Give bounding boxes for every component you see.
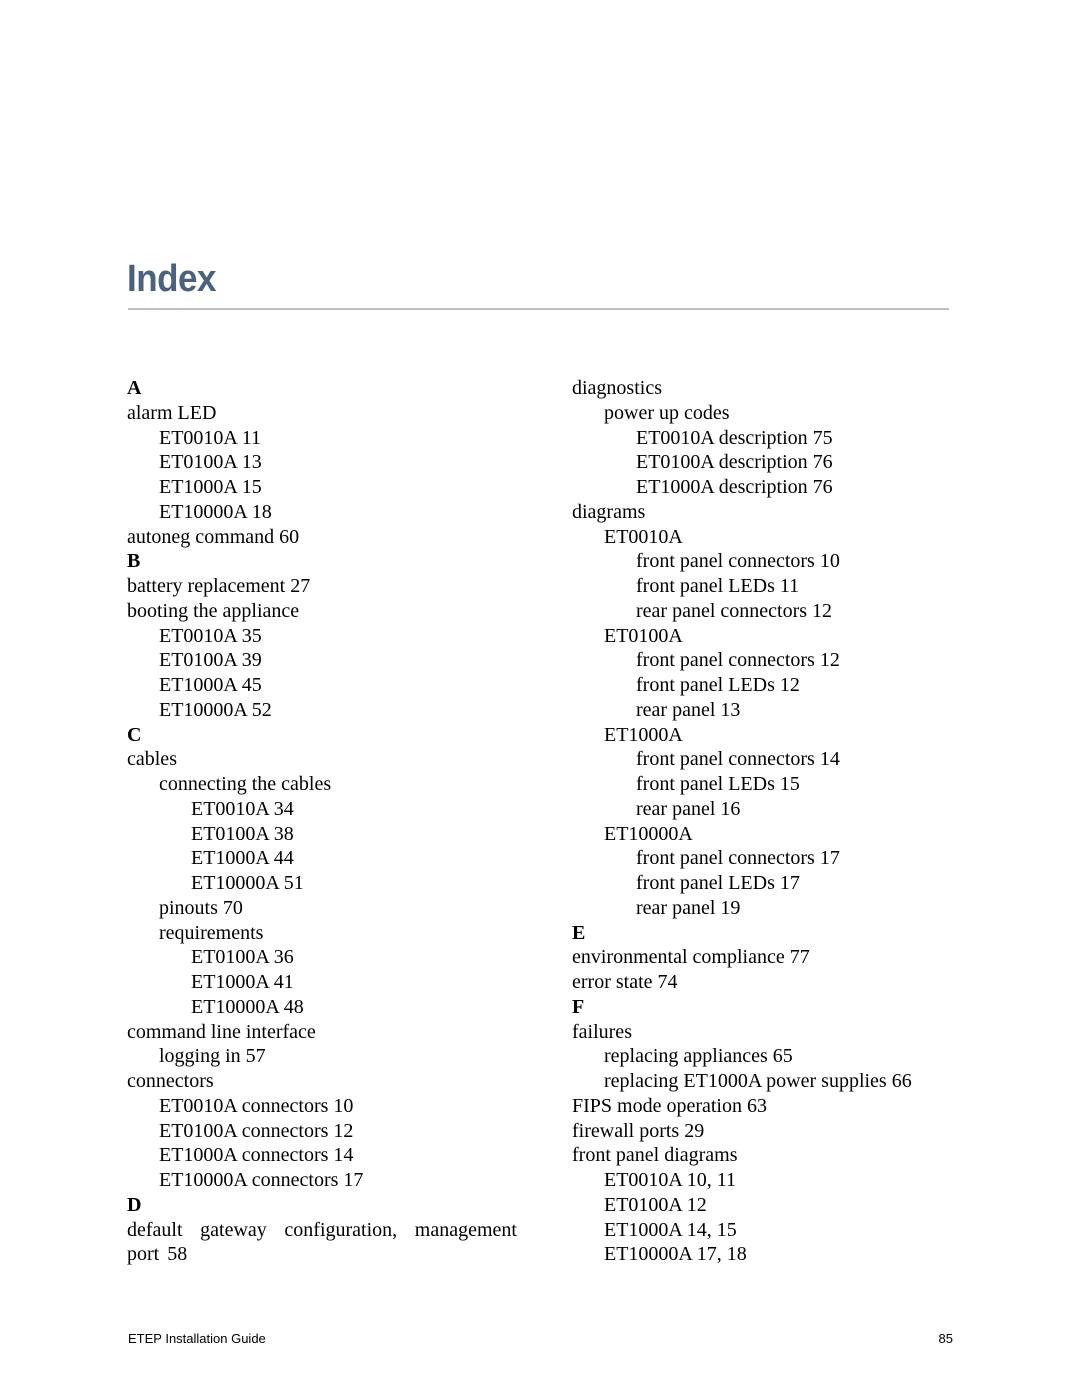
- index-entry: ET1000A 45: [159, 674, 262, 696]
- index-entry: front panel LEDs 15: [636, 773, 800, 795]
- index-entry: booting the appliance: [127, 599, 300, 622]
- index-entry: ET0100A: [604, 624, 683, 647]
- index-entry: ET10000A connectors 17: [159, 1169, 364, 1191]
- index-entry: connecting the cables: [159, 773, 332, 795]
- index-letter-heading: F: [572, 995, 585, 1018]
- index-entry: ET0010A 10, 11: [604, 1169, 737, 1191]
- index-entry: rear panel 19: [636, 896, 741, 919]
- index-letter-heading: C: [127, 723, 142, 746]
- index-entry: diagnostics: [572, 377, 662, 399]
- index-entry: command line interface: [127, 1020, 316, 1043]
- index-entry: ET0100A 39: [159, 649, 262, 672]
- index-entry: failures: [572, 1020, 632, 1043]
- index-entry: ET1000A 15: [159, 476, 262, 498]
- index-entry: ET0010A connectors 10: [159, 1094, 354, 1117]
- index-letter-heading: D: [127, 1193, 142, 1216]
- footer-page-number: 85: [938, 1331, 953, 1346]
- index-entry: ET0100A connectors 12: [159, 1119, 354, 1142]
- index-entry: rear panel 13: [636, 698, 741, 721]
- index-entry: ET0100A 12: [604, 1193, 707, 1216]
- index-letter-heading: B: [127, 550, 141, 573]
- index-entry: front panel connectors 10: [636, 550, 840, 573]
- index-entry: front panel LEDs 11: [636, 575, 800, 597]
- index-entry: ET0100A description 76: [636, 451, 833, 474]
- index-entry: requirements: [159, 921, 264, 944]
- index-entry: ET0100A 13: [159, 451, 262, 474]
- index-entry: logging in 57: [159, 1045, 266, 1068]
- index-column-left: Aalarm LED ET0010A 11 ET0100A 13 ET1000A 15…: [127, 376, 517, 1267]
- index-entry: front panel LEDs 17: [636, 872, 800, 894]
- index-entry: ET10000A 18: [159, 500, 272, 523]
- index-entry: replacing ET1000A power supplies 66: [604, 1070, 912, 1092]
- index-entry: power up codes: [604, 401, 730, 424]
- index-entry: ET0010A 35: [159, 624, 262, 647]
- index-entry: rear panel connectors 12: [636, 599, 833, 622]
- index-entry: ET10000A 48: [191, 995, 304, 1018]
- index-entry: FIPS mode operation 63: [572, 1094, 767, 1117]
- index-entry: firewall ports 29: [572, 1119, 705, 1142]
- index-entry: front panel connectors 14: [636, 748, 840, 771]
- title-divider: [128, 308, 949, 310]
- index-entry: ET1000A connectors 14: [159, 1144, 354, 1167]
- index-entry: alarm LED: [127, 401, 217, 424]
- index-entry: ET1000A 41: [191, 971, 294, 993]
- index-entry: pinouts 70: [159, 896, 243, 919]
- index-entry: front panel LEDs 12: [636, 674, 800, 696]
- footer-document-title: ETEP Installation Guide: [128, 1331, 266, 1346]
- index-entry: ET0010A description 75: [636, 426, 833, 449]
- page-title: Index: [127, 258, 217, 300]
- index-entry: ET0100A 38: [191, 822, 294, 845]
- index-entry: ET10000A 52: [159, 698, 272, 721]
- index-entry: ET0010A 34: [191, 797, 294, 820]
- index-entry: diagrams: [572, 500, 646, 523]
- index-entry: cables: [127, 748, 177, 771]
- index-entry: front panel connectors 12: [636, 649, 840, 672]
- index-entry: ET0010A 11: [159, 426, 262, 449]
- index-entry: rear panel 16: [636, 797, 741, 820]
- index-entry: ET0100A 36: [191, 946, 294, 969]
- index-entry: ET1000A description 76: [636, 476, 833, 498]
- index-entry: ET10000A 17, 18: [604, 1243, 747, 1266]
- index-entry: ET0010A: [604, 525, 683, 548]
- index-entry: ET1000A: [604, 723, 683, 746]
- index-column-right: diagnostics power up codes ET0010A descrip…: [572, 376, 952, 1267]
- index-entry: ET10000A: [604, 822, 693, 845]
- index-entry: connectors: [127, 1070, 214, 1092]
- index-letter-heading: A: [127, 377, 142, 399]
- index-entry: ET10000A 51: [191, 872, 304, 894]
- index-entry: autoneg command 60: [127, 525, 300, 548]
- index-entry: replacing appliances 65: [604, 1045, 793, 1068]
- index-entry: ET1000A 44: [191, 847, 294, 870]
- index-letter-heading: E: [572, 921, 586, 944]
- index-entry: front panel diagrams: [572, 1144, 738, 1167]
- index-entry: ET1000A 14, 15: [604, 1218, 737, 1241]
- index-entry: default gateway configuration, managemen…: [127, 1218, 517, 1266]
- index-entry: environmental compliance 77: [572, 946, 810, 969]
- index-entry: error state 74: [572, 971, 678, 993]
- index-entry: battery replacement 27: [127, 575, 311, 597]
- index-entry: front panel connectors 17: [636, 847, 840, 870]
